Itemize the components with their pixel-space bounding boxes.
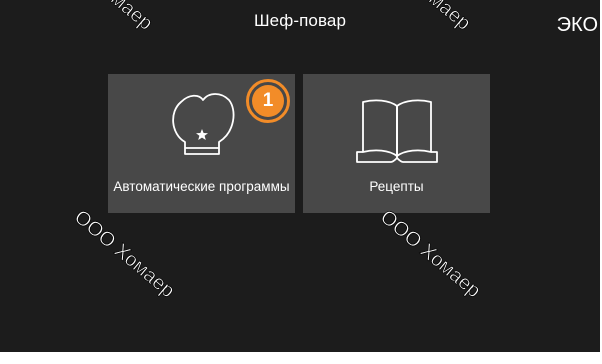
tile-label-automatic-programs: Автоматические программы (113, 179, 290, 194)
open-book-icon (303, 74, 490, 174)
watermark-text: ООО Хомаер (375, 206, 485, 303)
notification-badge: 1 (246, 79, 290, 123)
appliance-screen: Шеф-повар ЭКО Автоматические программы 1… (0, 0, 600, 352)
bottom-margin (0, 352, 602, 364)
recipes-tile[interactable]: Рецепты (303, 74, 490, 213)
watermark-text: ООО Хомаер (69, 206, 179, 303)
screen-title: Шеф-повар (254, 11, 346, 30)
tile-label-recipes: Рецепты (369, 179, 424, 194)
eco-mode-label[interactable]: ЭКО (557, 14, 598, 37)
badge-count: 1 (252, 85, 284, 117)
